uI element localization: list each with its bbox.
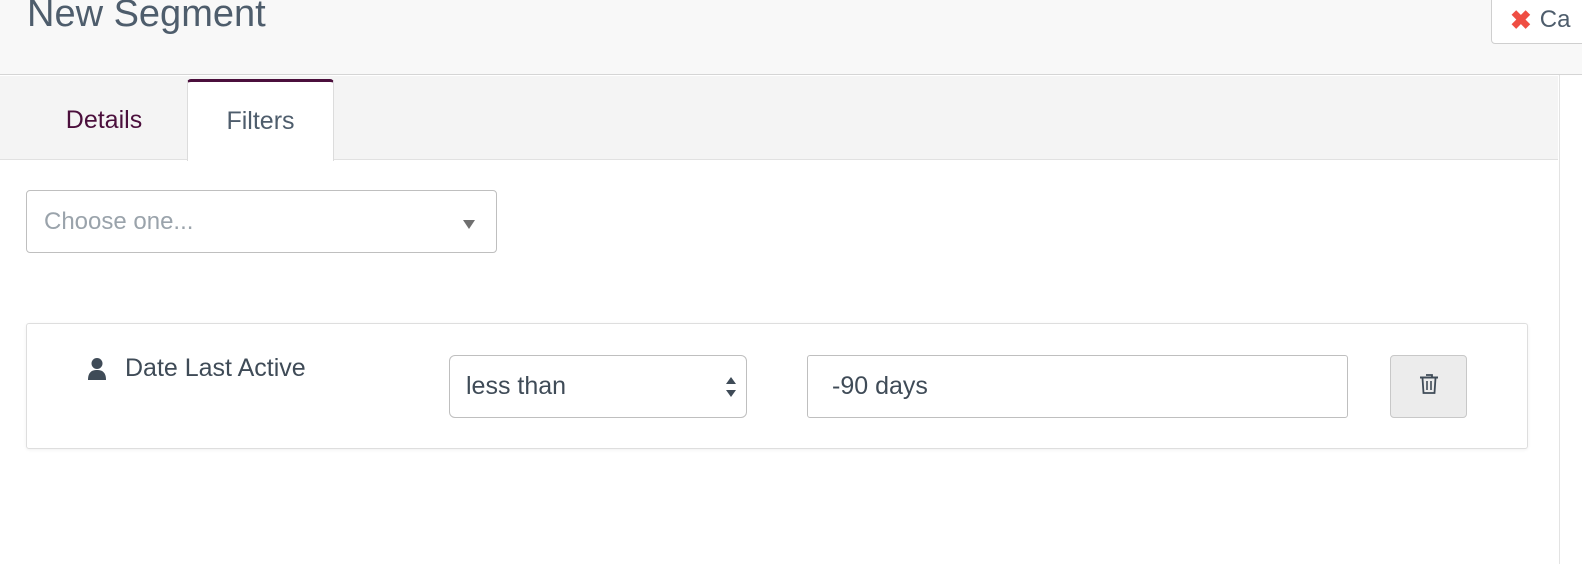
page-edge: [1559, 75, 1582, 564]
chevron-down-icon: [463, 220, 475, 229]
tab-details[interactable]: Details: [20, 80, 188, 161]
trash-icon: [1419, 373, 1439, 400]
cancel-button[interactable]: ✖ Ca: [1491, 0, 1582, 44]
delete-filter-button[interactable]: [1390, 355, 1467, 418]
operator-value: less than: [466, 372, 567, 400]
user-icon: [87, 357, 107, 381]
filter-field: Date Last Active: [87, 354, 306, 383]
page-header: New Segment ✖ Ca: [0, 0, 1582, 75]
tab-bar: Details Filters: [0, 76, 1558, 161]
page-title: New Segment: [27, 0, 266, 35]
close-icon: ✖: [1510, 5, 1532, 35]
cancel-button-label: Ca: [1539, 6, 1571, 33]
filter-row: Date Last Active less than: [26, 323, 1528, 449]
operator-select[interactable]: less than: [449, 355, 747, 418]
filter-chooser-placeholder: Choose one...: [44, 207, 194, 235]
filter-chooser-select[interactable]: Choose one...: [26, 190, 497, 253]
select-arrows-icon: [724, 374, 738, 400]
tab-filters[interactable]: Filters: [187, 79, 334, 161]
filter-field-label: Date Last Active: [125, 354, 306, 382]
filter-value-input[interactable]: [807, 355, 1348, 418]
